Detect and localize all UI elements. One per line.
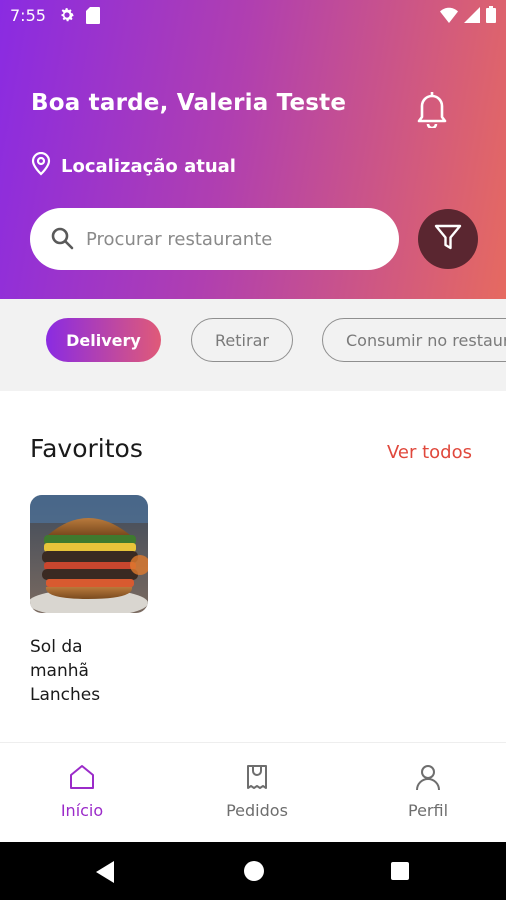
chip-retirar[interactable]: Retirar — [191, 318, 293, 362]
greeting-title: Boa tarde, Valeria Teste — [31, 90, 347, 116]
bell-icon[interactable] — [414, 88, 450, 130]
search-icon — [50, 226, 74, 254]
search-bar[interactable] — [30, 208, 399, 270]
search-input[interactable] — [86, 228, 376, 250]
burger-photo — [30, 495, 148, 613]
location-selector[interactable]: Localização atual — [31, 151, 236, 180]
sd-card-icon — [86, 7, 100, 28]
signal-icon — [464, 6, 480, 27]
chip-delivery[interactable]: Delivery — [46, 318, 161, 362]
nav-label-inicio: Início — [60, 801, 104, 820]
see-all-link[interactable]: Ver todos — [387, 442, 472, 463]
system-navigation-bar — [0, 842, 506, 900]
nav-item-pedidos[interactable]: Pedidos — [207, 763, 307, 820]
recent-apps-icon[interactable] — [391, 862, 409, 880]
service-type-chips: Delivery Retirar Consumir no restaurante — [0, 299, 506, 391]
nav-label-pedidos: Pedidos — [226, 801, 288, 820]
wifi-icon — [440, 7, 458, 27]
receipt-icon — [243, 763, 271, 795]
location-label: Localização atual — [61, 155, 236, 177]
back-icon[interactable] — [96, 861, 116, 887]
header-banner: 7:55 Boa tarde, Valeria Teste Localizaçã… — [0, 0, 506, 300]
nav-item-perfil[interactable]: Perfil — [378, 763, 478, 820]
gear-icon — [58, 6, 76, 28]
nav-item-inicio[interactable]: Início — [32, 763, 132, 820]
nav-label-perfil: Perfil — [407, 801, 449, 820]
bottom-navigation: Início Pedidos Perfil — [0, 742, 506, 842]
status-time: 7:55 — [10, 6, 46, 25]
favorites-title: Favoritos — [30, 434, 143, 463]
favorite-restaurant-card[interactable]: Sol da manhã Lanches — [30, 495, 150, 707]
status-right-icons — [440, 6, 496, 27]
filter-icon — [433, 222, 463, 256]
home-circle-icon[interactable] — [244, 861, 264, 881]
home-icon — [68, 763, 96, 795]
filter-button[interactable] — [418, 209, 478, 269]
location-pin-icon — [31, 151, 51, 180]
battery-icon — [486, 6, 496, 27]
favorite-restaurant-name: Sol da manhã Lanches — [30, 637, 101, 705]
user-icon — [414, 763, 442, 795]
chip-consumir-no-restaurante[interactable]: Consumir no restaurante — [322, 318, 506, 362]
status-bar: 7:55 — [0, 0, 506, 32]
